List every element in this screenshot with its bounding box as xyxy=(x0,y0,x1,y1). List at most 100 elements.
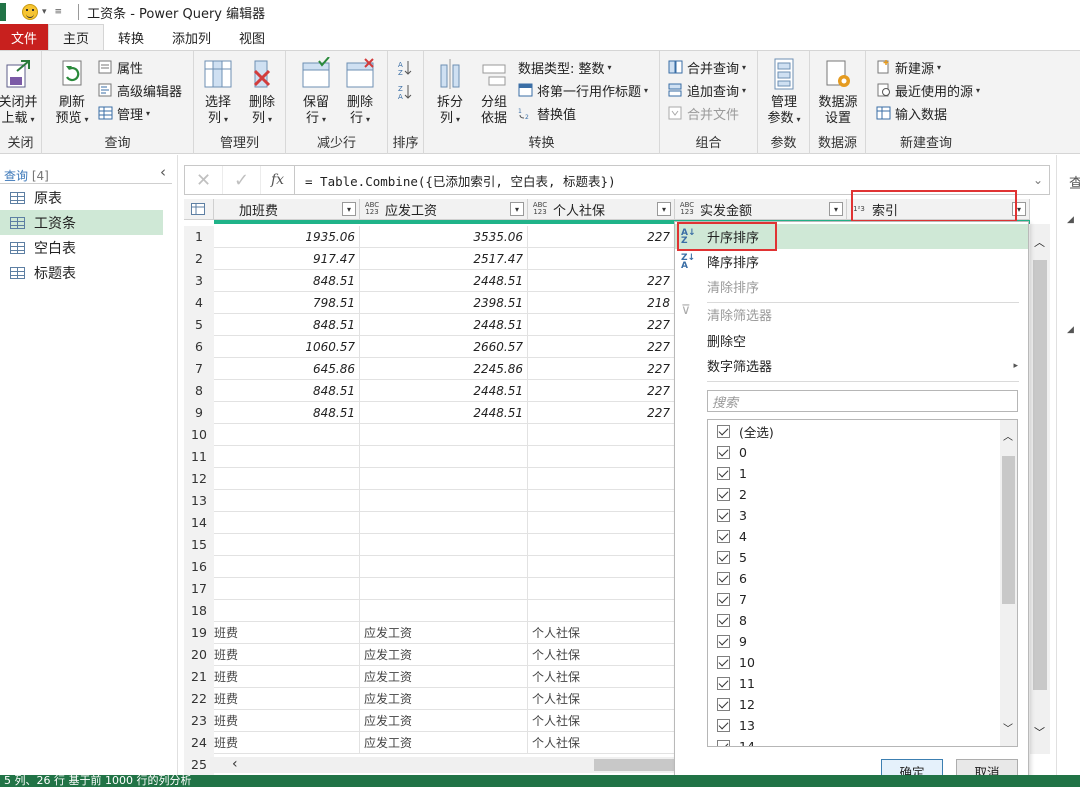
table-cell[interactable] xyxy=(360,468,528,490)
row-number[interactable]: 22 xyxy=(184,688,214,710)
expand-steps-icon[interactable]: ◢ xyxy=(1067,325,1074,335)
table-cell[interactable] xyxy=(528,490,675,512)
table-cell[interactable] xyxy=(528,424,675,446)
row-number[interactable]: 23 xyxy=(184,710,214,732)
table-cell[interactable] xyxy=(214,468,360,490)
row-number[interactable]: 14 xyxy=(184,512,214,534)
value-checkbox[interactable]: 9 xyxy=(717,631,747,652)
table-cell[interactable]: 个人社保 xyxy=(528,622,675,644)
table-cell[interactable]: 个人社保 xyxy=(528,666,675,688)
remove-rows-button[interactable]: 删除 行 ▾ xyxy=(338,57,382,128)
row-number[interactable]: 6 xyxy=(184,336,214,358)
table-cell[interactable] xyxy=(528,556,675,578)
row-number[interactable]: 20 xyxy=(184,644,214,666)
quick-access-dropdown-icon[interactable]: ▾ xyxy=(42,7,47,17)
table-cell[interactable]: 227 xyxy=(528,270,675,292)
row-number[interactable]: 7 xyxy=(184,358,214,380)
remove-empty-item[interactable]: 删除空 xyxy=(675,328,1028,353)
table-cell[interactable] xyxy=(528,578,675,600)
table-cell[interactable]: 848.51 xyxy=(214,314,360,336)
collapse-pane-icon[interactable]: ‹ xyxy=(160,163,166,181)
cancel-formula-icon[interactable]: ✕ xyxy=(185,166,223,194)
row-number[interactable]: 8 xyxy=(184,380,214,402)
table-cell[interactable]: 应发工资 xyxy=(360,710,528,732)
tab-file[interactable]: 文件 xyxy=(0,24,48,50)
sort-ascending-ribbon-button[interactable]: AZ xyxy=(398,57,417,77)
advanced-editor-button[interactable]: 高级编辑器 xyxy=(98,80,182,100)
table-cell[interactable]: 个人社保 xyxy=(528,732,675,754)
table-cell[interactable] xyxy=(528,600,675,622)
manage-parameters-button[interactable]: 管理 参数 ▾ xyxy=(761,57,807,128)
keep-rows-button[interactable]: 保留 行 ▾ xyxy=(294,56,338,128)
row-number[interactable]: 12 xyxy=(184,468,214,490)
table-cell[interactable] xyxy=(528,468,675,490)
row-number[interactable]: 1 xyxy=(184,226,214,248)
table-cell[interactable] xyxy=(214,446,360,468)
number-filters-item[interactable]: 数字筛选器 ▸ xyxy=(675,353,1028,378)
column-type-icon[interactable]: ABC 123 xyxy=(364,202,380,216)
table-cell[interactable]: 917.47 xyxy=(214,248,360,270)
table-cell[interactable]: 1060.57 xyxy=(214,336,360,358)
table-cell[interactable] xyxy=(214,556,360,578)
column-filter-dropdown-icon[interactable]: ▾ xyxy=(829,202,843,216)
tab-home[interactable]: 主页 xyxy=(48,24,105,50)
table-cell[interactable]: 798.51 xyxy=(214,292,360,314)
table-cell[interactable]: 2448.51 xyxy=(360,402,528,424)
table-cell[interactable]: 2398.51 xyxy=(360,292,528,314)
query-item-original[interactable]: 原表 xyxy=(0,185,163,210)
checkbox-checked-icon[interactable] xyxy=(717,572,730,585)
table-cell[interactable]: 应发工资 xyxy=(360,688,528,710)
combine-files-button[interactable]: 合并文件 xyxy=(668,103,739,123)
scroll-down-icon[interactable]: ﹀ xyxy=(1034,724,1045,740)
table-cell[interactable] xyxy=(214,600,360,622)
table-cell[interactable] xyxy=(360,534,528,556)
table-cell[interactable] xyxy=(214,512,360,534)
row-number[interactable]: 13 xyxy=(184,490,214,512)
merge-queries-button[interactable]: 合并查询 ▾ xyxy=(668,57,746,77)
table-cell[interactable]: 个人社保 xyxy=(528,710,675,732)
checkbox-checked-icon[interactable] xyxy=(717,446,730,459)
table-cell[interactable]: 应发工资 xyxy=(360,666,528,688)
checkbox-checked-icon[interactable] xyxy=(717,719,730,732)
row-number[interactable]: 4 xyxy=(184,292,214,314)
row-number[interactable]: 5 xyxy=(184,314,214,336)
table-cell[interactable] xyxy=(360,446,528,468)
table-cell[interactable] xyxy=(360,600,528,622)
column-filter-dropdown-icon[interactable]: ▾ xyxy=(342,202,356,216)
row-number[interactable]: 9 xyxy=(184,402,214,424)
row-number[interactable]: 18 xyxy=(184,600,214,622)
table-cell[interactable]: 848.51 xyxy=(214,402,360,424)
close-and-load-button[interactable]: 关闭并 上载 ▾ xyxy=(0,57,40,128)
row-number[interactable]: 17 xyxy=(184,578,214,600)
tab-add-column[interactable]: 添加列 xyxy=(158,24,225,50)
table-cell[interactable] xyxy=(360,578,528,600)
table-cell[interactable]: 2660.57 xyxy=(360,336,528,358)
row-number[interactable]: 15 xyxy=(184,534,214,556)
list-scroll-down-icon[interactable]: ﹀ xyxy=(1003,720,1013,735)
table-cell[interactable] xyxy=(528,534,675,556)
table-cell[interactable]: 个人社保 xyxy=(528,688,675,710)
table-cell[interactable] xyxy=(360,512,528,534)
table-cell[interactable]: 班费 xyxy=(214,710,360,732)
split-column-button[interactable]: 拆分 列 ▾ xyxy=(428,57,472,128)
table-menu-button[interactable] xyxy=(184,199,214,220)
data-source-settings-button[interactable]: 数据源 设置 xyxy=(815,57,861,127)
checkbox-checked-icon[interactable] xyxy=(717,488,730,501)
value-checkbox[interactable]: 5 xyxy=(717,547,747,568)
confirm-formula-icon[interactable]: ✓ xyxy=(223,166,261,194)
table-cell[interactable]: 227 xyxy=(528,314,675,336)
checkbox-checked-icon[interactable] xyxy=(717,530,730,543)
checkbox-checked-icon[interactable] xyxy=(717,740,730,746)
expand-properties-icon[interactable]: ◢ xyxy=(1067,215,1074,225)
table-cell[interactable]: 班费 xyxy=(214,688,360,710)
column-type-icon[interactable]: ABC 123 xyxy=(532,202,548,216)
table-cell[interactable]: 2448.51 xyxy=(360,314,528,336)
table-cell[interactable]: 848.51 xyxy=(214,270,360,292)
use-first-row-headers-button[interactable]: 将第一行用作标题 ▾ xyxy=(518,80,648,100)
new-source-button[interactable]: 新建源 ▾ xyxy=(876,57,941,77)
table-cell[interactable] xyxy=(214,578,360,600)
checkbox-checked-icon[interactable] xyxy=(717,551,730,564)
append-queries-button[interactable]: 追加查询 ▾ xyxy=(668,80,746,100)
formula-input[interactable]: = Table.Combine({已添加索引, 空白表, 标题表}) xyxy=(295,171,1027,190)
value-checkbox[interactable]: 1 xyxy=(717,463,747,484)
